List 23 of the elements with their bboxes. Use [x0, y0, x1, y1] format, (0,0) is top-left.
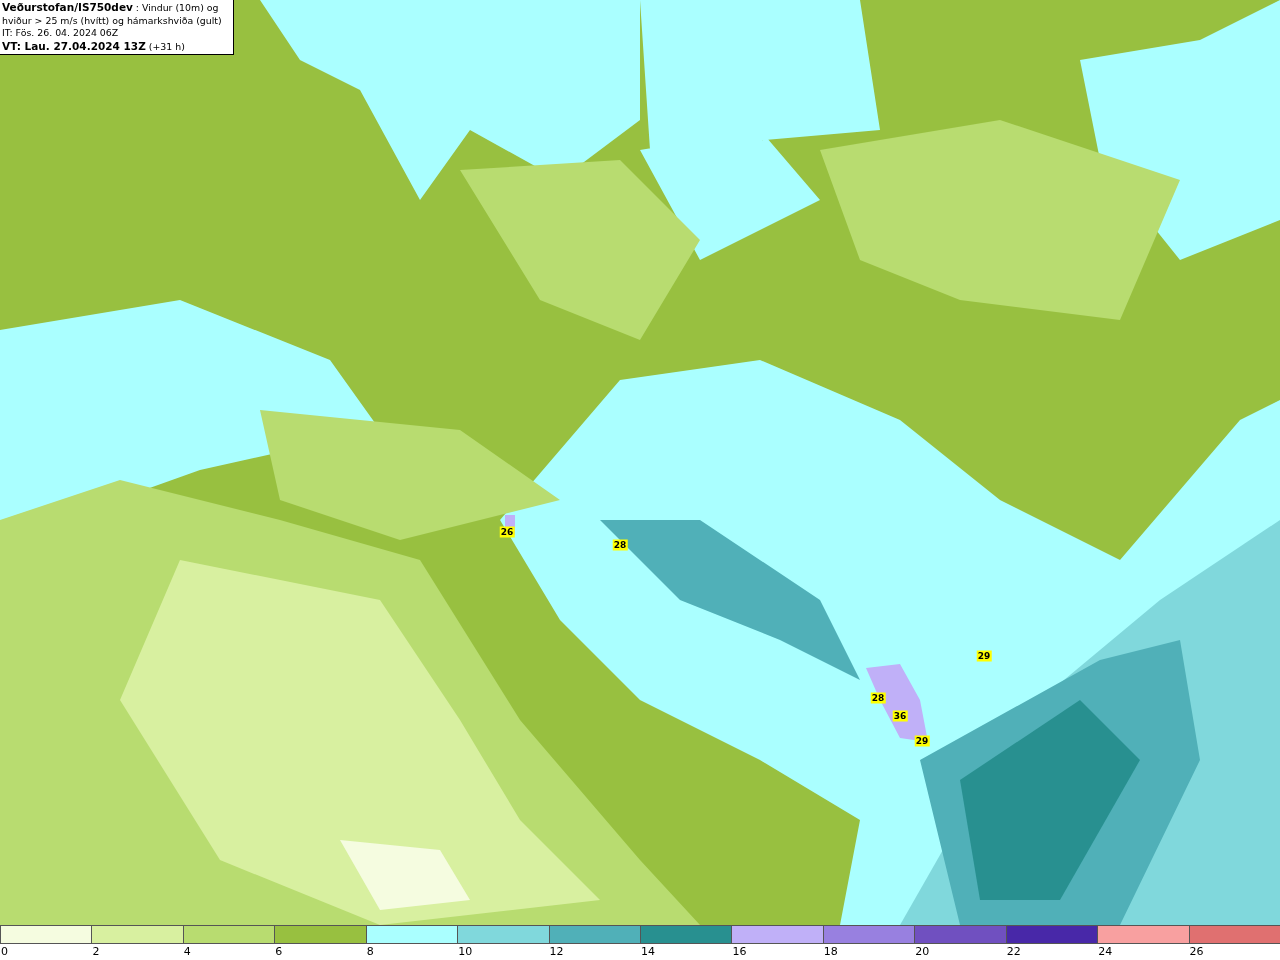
gust-label: 28 [870, 692, 886, 704]
legend-label: 26 [1188, 944, 1204, 959]
legend-label: 4 [182, 944, 191, 959]
legend-label: 16 [731, 944, 747, 959]
gust-label: 29 [976, 650, 992, 662]
legend-label: 18 [822, 944, 838, 959]
legend-label: 20 [914, 944, 930, 959]
issue-time: IT: Fös. 26. 04. 2024 06Z [2, 27, 120, 40]
gust-label: 36 [892, 710, 908, 722]
gust-label: 29 [914, 735, 930, 747]
legend-label: 22 [1005, 944, 1021, 959]
legend-label: 2 [91, 944, 100, 959]
map-title: Veðurstofan/IS750dev : Vindur (10m) og hviður > 25 m/s (hvítt) og hámarkshviða (gult) [2, 1, 223, 27]
legend-label: 0 [0, 944, 8, 959]
legend-label: 8 [365, 944, 374, 959]
legend-label: 6 [274, 944, 283, 959]
legend-label: 10 [457, 944, 473, 959]
legend-label: 12 [548, 944, 564, 959]
valid-time: VT: Lau. 27.04.2024 13Z (+31 h) [2, 39, 186, 53]
gust-label: 28 [612, 539, 628, 551]
gust-label: 26 [499, 526, 515, 538]
legend-label: 24 [1097, 944, 1113, 959]
legend-label: 14 [640, 944, 655, 959]
